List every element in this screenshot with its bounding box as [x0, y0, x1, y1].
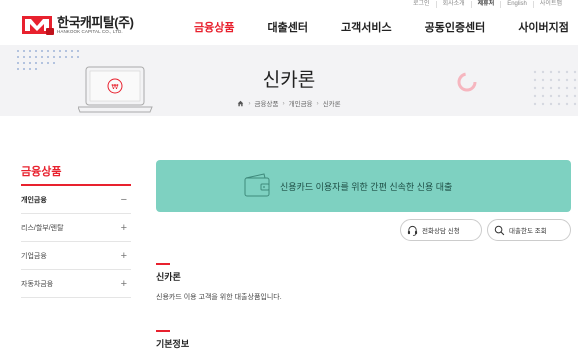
sidebar-menu: 개인금융 − 리스/할부/렌탈 + 기업금융 + 자동차금융 + [21, 186, 131, 298]
nav-loan-center[interactable]: 대출센터 [267, 19, 307, 35]
sitemap-link[interactable]: 사이트맵 [532, 1, 568, 8]
section-title-basic-info: 기본정보 [156, 339, 190, 349]
breadcrumb-item-current: 신카론 [322, 101, 341, 108]
expand-icon[interactable]: + [121, 250, 127, 262]
page-banner: ₩ 신카론 › 금융상품 › 개인금융 › 신카론 [0, 45, 578, 116]
sidebar-title: 금융상품 [21, 166, 62, 178]
collapse-icon[interactable]: − [121, 194, 127, 206]
sidebar-item-auto-finance[interactable]: 자동차금융 + [21, 270, 131, 298]
nav-customer-service[interactable]: 고객서비스 [341, 19, 392, 35]
dot-pattern-decoration [533, 70, 577, 106]
wallet-icon [244, 173, 270, 197]
sidebar-item-corporate-finance[interactable]: 기업금융 + [21, 242, 131, 270]
header: 한국캐피탈(주) HANKOOK CAPITAL CO., LTD. 금융상품 … [0, 9, 578, 45]
loan-limit-label: 대출한도 조회 [509, 228, 547, 235]
company-intro-link[interactable]: 회사소개 [435, 1, 471, 8]
breadcrumb: › 금융상품 › 개인금융 › 신카론 [0, 98, 578, 108]
product-description: 신용카드 이용 고객을 위한 대출상품입니다. [156, 294, 282, 301]
loan-limit-button[interactable]: 대출한도 조회 [487, 219, 571, 241]
sidebar-item-lease-installment-rental[interactable]: 리스/할부/렌탈 + [21, 214, 131, 242]
section-accent-bar [156, 330, 170, 332]
sidebar-item-label: 자동차금융 [21, 280, 54, 288]
nav-cyber-branch[interactable]: 사이버지점 [518, 19, 569, 35]
home-icon[interactable] [237, 100, 244, 107]
partner-link[interactable]: 제휴처 [470, 1, 501, 8]
breadcrumb-item[interactable]: 개인금융 [289, 98, 313, 108]
english-link[interactable]: English [500, 1, 533, 8]
logo-english-name: HANKOOK CAPITAL CO., LTD. [57, 28, 123, 34]
expand-icon[interactable]: + [121, 278, 127, 290]
main-nav: 금융상품 대출센터 고객서비스 공동인증센터 사이버지점 [186, 19, 569, 35]
product-hero-banner: 신용카드 이용자를 위한 간편 신속한 신용 대출 [156, 160, 571, 212]
sidebar-item-label: 기업금융 [21, 252, 47, 260]
expand-icon[interactable]: + [121, 222, 127, 234]
breadcrumb-item[interactable]: 금융상품 [255, 98, 279, 108]
headset-icon [407, 225, 418, 236]
sidebar-item-personal-finance[interactable]: 개인금융 − [21, 186, 131, 214]
ring-decoration [457, 72, 477, 92]
page-title: 신카론 [262, 70, 316, 91]
phone-consult-button[interactable]: 전화상담 신청 [400, 219, 482, 241]
section-accent-bar [156, 263, 170, 265]
utility-bar: 로그인 회사소개 제휴처 English 사이트맵 [407, 0, 568, 9]
search-icon [494, 225, 505, 235]
logo-korean-name: 한국캐피탈(주) [57, 14, 134, 30]
nav-certificate-center[interactable]: 공동인증센터 [425, 19, 486, 35]
logo-mark-icon [22, 14, 54, 36]
sidebar-item-label: 리스/할부/렌탈 [21, 224, 64, 232]
phone-consult-label: 전화상담 신청 [422, 228, 460, 235]
login-link[interactable]: 로그인 [407, 1, 436, 8]
section-title-product: 신카론 [156, 272, 181, 282]
nav-financial-products[interactable]: 금융상품 [194, 19, 234, 35]
hero-text: 신용카드 이용자를 위한 간편 신속한 신용 대출 [280, 182, 453, 192]
sidebar-item-label: 개인금융 [21, 196, 47, 204]
logo[interactable]: 한국캐피탈(주) HANKOOK CAPITAL CO., LTD. [22, 14, 134, 36]
